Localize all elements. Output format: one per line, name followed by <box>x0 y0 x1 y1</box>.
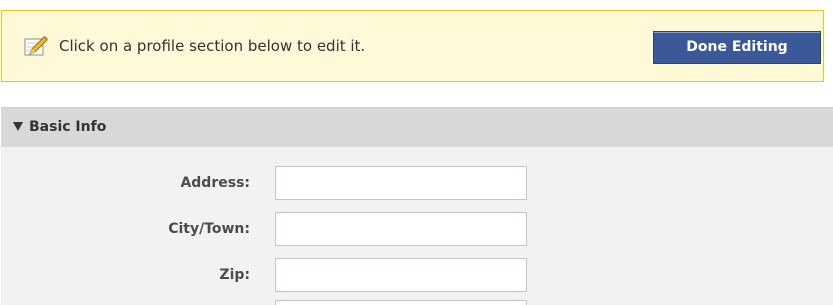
next-field-input[interactable] <box>275 300 527 305</box>
profile-edit-page: Click on a profile section below to edit… <box>0 0 833 305</box>
triangle-down-icon <box>13 122 23 131</box>
section-title: Basic Info <box>29 119 107 135</box>
zip-label: Zip: <box>219 267 250 283</box>
basic-info-header[interactable]: Basic Info <box>1 107 833 147</box>
address-label: Address: <box>180 175 250 191</box>
city-town-label: City/Town: <box>168 221 250 237</box>
done-editing-button[interactable]: Done Editing <box>653 31 821 64</box>
city-town-input[interactable] <box>275 212 527 246</box>
basic-info-section: Basic Info Address: City/Town: Zip: <box>1 107 833 305</box>
address-input[interactable] <box>275 166 527 200</box>
zip-input[interactable] <box>275 258 527 292</box>
edit-notice-bar: Click on a profile section below to edit… <box>1 10 824 82</box>
pencil-icon <box>22 33 50 61</box>
edit-notice-text: Click on a profile section below to edit… <box>59 37 366 55</box>
